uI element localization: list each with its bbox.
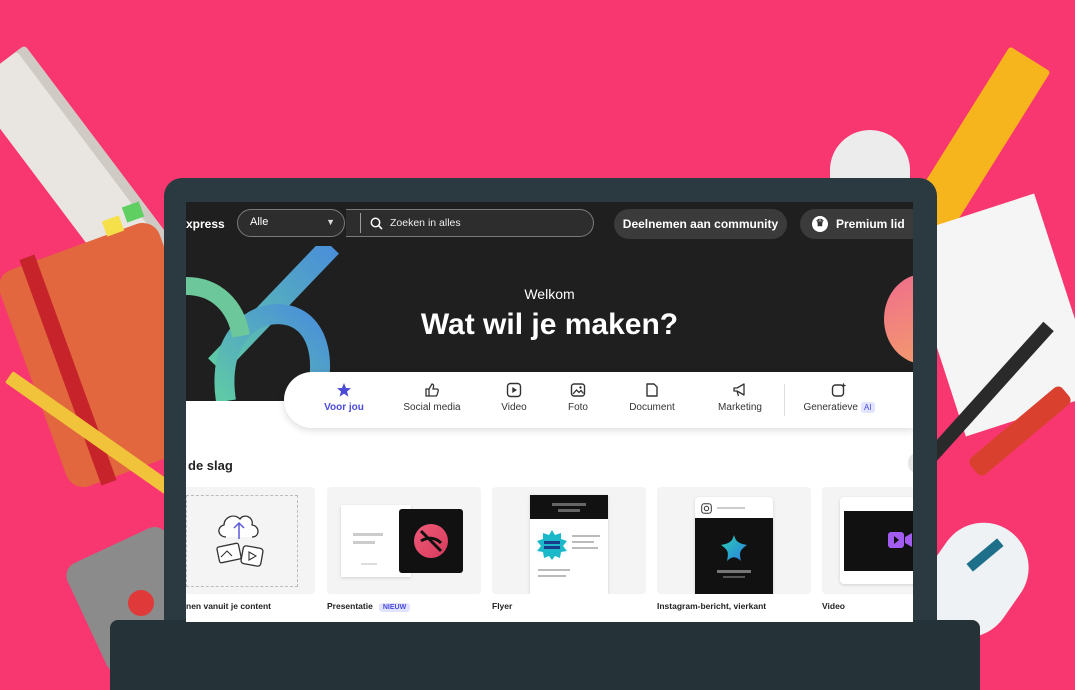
card-label: Flyer xyxy=(492,601,513,611)
play-icon xyxy=(506,382,522,398)
tab-label: Document xyxy=(629,402,675,413)
search-icon xyxy=(370,217,383,230)
laptop-base xyxy=(110,620,980,690)
new-badge: NIEUW xyxy=(378,603,411,612)
section-title: de slag xyxy=(188,458,233,473)
flyer-header xyxy=(530,495,608,519)
card-flyer[interactable] xyxy=(492,487,646,594)
search-scope-value: Alle xyxy=(250,216,269,228)
tab-social-media[interactable]: Social media xyxy=(392,382,472,413)
card-label: Presentatie xyxy=(327,601,373,611)
card-label: Instagram-bericht, vierkant xyxy=(657,601,767,611)
video-thumbnail xyxy=(840,497,913,584)
cloud-upload-icon xyxy=(216,515,264,567)
sparkle-icon xyxy=(831,382,847,397)
tab-label: Generatieve xyxy=(803,402,858,413)
top-bar: xpress Alle ▼ Zoeken in alles Deelnemen … xyxy=(186,202,913,246)
card-label-presentatie: Presentatie NIEUW xyxy=(327,601,411,612)
card-video[interactable] xyxy=(822,487,913,594)
flyer-thumbnail xyxy=(530,495,608,594)
search-placeholder: Zoeken in alles xyxy=(390,217,461,229)
chevron-down-icon: ▼ xyxy=(326,217,335,227)
tab-label: Marketing xyxy=(718,402,762,413)
presentation-logo-icon xyxy=(414,524,448,558)
tab-voor-jou[interactable]: Voor jou xyxy=(306,382,382,413)
tab-label: Foto xyxy=(567,402,588,413)
instagram-post-thumbnail xyxy=(695,497,773,594)
slide-preview xyxy=(399,509,463,573)
star-icon xyxy=(337,383,351,397)
megaphone-icon xyxy=(733,383,745,397)
card-instagram-square[interactable] xyxy=(657,487,811,594)
video-camera-icon xyxy=(888,532,912,548)
scroll-button[interactable] xyxy=(908,454,913,472)
badge-burst-icon xyxy=(537,530,567,560)
search-divider xyxy=(360,213,361,233)
premium-label: Premium lid xyxy=(836,217,905,231)
tab-document[interactable]: Document xyxy=(614,382,690,413)
page-headline: Wat wil je maken? xyxy=(420,308,679,341)
welcome-text: Welkom xyxy=(524,286,575,302)
image-icon xyxy=(570,383,586,397)
card-from-content[interactable] xyxy=(186,487,315,594)
tab-generatieve-ai[interactable]: Generatieve AI xyxy=(794,382,884,413)
tab-video[interactable]: Video xyxy=(487,382,541,413)
tab-foto[interactable]: Foto xyxy=(556,382,600,413)
star-shape-icon xyxy=(721,535,747,561)
document-icon xyxy=(646,383,658,397)
instagram-post-image xyxy=(695,518,773,594)
join-community-button[interactable]: Deelnemen aan community xyxy=(614,209,787,239)
app-brand[interactable]: xpress xyxy=(186,217,225,231)
search-input[interactable]: Zoeken in alles xyxy=(346,209,594,237)
category-nav: Voor jou Social media Video Foto Documen… xyxy=(284,372,913,428)
tab-label: Voor jou xyxy=(324,402,364,413)
tab-label: Video xyxy=(501,402,527,413)
calculator-button xyxy=(128,590,154,616)
nav-divider xyxy=(784,384,785,416)
ai-badge: AI xyxy=(860,402,875,413)
card-label: nen vanuit je content xyxy=(186,601,272,611)
thumbs-up-icon xyxy=(425,383,439,397)
search-scope-select[interactable]: Alle ▼ xyxy=(237,209,345,237)
instagram-icon xyxy=(701,503,712,514)
tab-label: Social media xyxy=(403,402,461,413)
crown-icon: ♛ xyxy=(812,216,828,232)
app-screen: xpress Alle ▼ Zoeken in alles Deelnemen … xyxy=(186,202,913,622)
video-frame xyxy=(844,511,913,571)
card-presentation[interactable] xyxy=(327,487,481,594)
tab-marketing[interactable]: Marketing xyxy=(704,382,776,413)
premium-member-button[interactable]: ♛ Premium lid xyxy=(800,209,913,239)
card-label: Video xyxy=(822,601,845,611)
